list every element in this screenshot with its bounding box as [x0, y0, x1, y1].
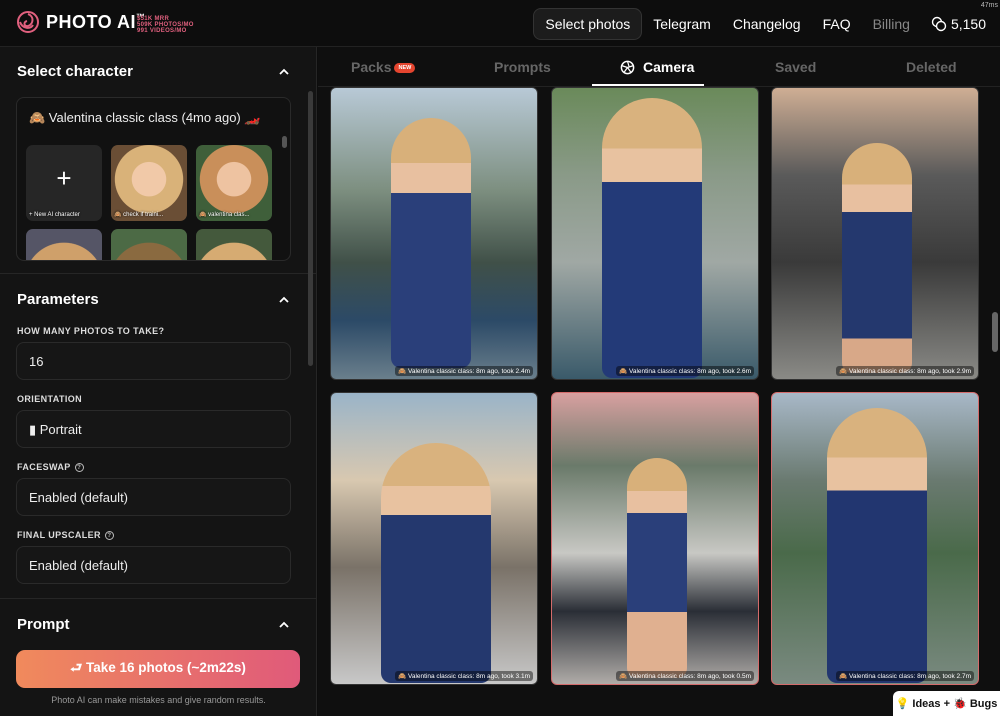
chevron-up-icon[interactable]	[278, 294, 290, 306]
render-timer: 47ms	[980, 2, 998, 9]
take-photos-panel: ⮐ Take 16 photos (~2m22s) Photo AI can m…	[0, 632, 316, 716]
photo-subject	[381, 443, 491, 683]
character-thumb[interactable]	[26, 229, 102, 260]
parameters-heading: Parameters	[17, 291, 99, 308]
character-thumb[interactable]	[111, 229, 187, 260]
active-tab-indicator	[592, 84, 704, 86]
new-ai-character-button[interactable]: + + New AI character	[26, 145, 102, 221]
photos-count-label: HOW MANY PHOTOS TO TAKE?	[17, 326, 165, 336]
info-icon[interactable]: ?	[104, 530, 114, 540]
nav-faq[interactable]: FAQ	[812, 9, 862, 39]
photo-subject	[391, 118, 471, 368]
logo-spiral-icon	[17, 11, 39, 33]
photo-card[interactable]: 🙈 Valentina classic class: 8m ago, took …	[771, 392, 979, 685]
character-picker: 🙈 Valentina classic class (4mo ago) 🏎️ +…	[16, 97, 291, 261]
chevron-up-icon[interactable]	[278, 66, 290, 78]
divider	[0, 598, 316, 599]
tab-bar: Packs NEW Prompts Camera Saved Deleted	[318, 47, 1000, 87]
photo-caption: 🙈 Valentina classic class: 8m ago, took …	[616, 366, 754, 376]
character-thumb[interactable]	[196, 229, 272, 260]
orientation-select[interactable]: ▮ Portrait	[16, 410, 291, 448]
orientation-label: ORIENTATION	[17, 394, 83, 404]
divider	[0, 273, 316, 274]
gallery-scrollbar[interactable]	[992, 312, 998, 352]
nav-changelog[interactable]: Changelog	[722, 9, 812, 39]
photo-card[interactable]: 🙈 Valentina classic class: 8m ago, took …	[771, 87, 979, 380]
chevron-up-icon[interactable]	[278, 619, 290, 631]
nav-select-photos[interactable]: Select photos	[533, 8, 643, 40]
take-photos-button[interactable]: ⮐ Take 16 photos (~2m22s)	[16, 650, 300, 688]
tab-camera[interactable]: Camera	[620, 59, 694, 75]
credits-counter[interactable]: 5,150	[921, 16, 986, 32]
nav-billing[interactable]: Billing	[862, 9, 921, 39]
top-bar: PHOTO AI™ $51K MRR 509K PHOTOS/MO 991 VI…	[0, 0, 1000, 47]
tab-packs[interactable]: Packs NEW	[351, 59, 416, 75]
tab-prompts[interactable]: Prompts	[494, 59, 551, 75]
photo-card[interactable]: 🙈 Valentina classic class: 8m ago, took …	[551, 87, 759, 380]
tab-saved[interactable]: Saved	[775, 59, 816, 75]
select-character-heading: Select character	[17, 63, 133, 80]
faceswap-select[interactable]: Enabled (default)	[16, 478, 291, 516]
credits-value: 5,150	[950, 16, 986, 32]
photo-card[interactable]: 🙈 Valentina classic class: 8m ago, took …	[330, 87, 538, 380]
photo-subject	[602, 98, 702, 378]
main-nav: Select photos Telegram Changelog FAQ Bil…	[533, 8, 986, 40]
faceswap-label: FACESWAP?	[17, 462, 84, 472]
new-badge: NEW	[394, 63, 416, 74]
character-thumb[interactable]: 🙈 check if traini...	[111, 145, 187, 221]
photo-caption: 🙈 Valentina classic class: 8m ago, took …	[395, 366, 533, 376]
photo-subject	[842, 143, 912, 373]
photo-gallery: 🙈 Valentina classic class: 8m ago, took …	[318, 87, 1000, 716]
photo-caption: 🙈 Valentina classic class: 8m ago, took …	[836, 671, 974, 681]
current-character[interactable]: 🙈 Valentina classic class (4mo ago) 🏎️	[29, 110, 261, 126]
sidebar-scrollbar[interactable]	[308, 91, 313, 366]
coins-icon	[931, 16, 947, 32]
revenue-stats: $51K MRR 509K PHOTOS/MO 991 VIDEOS/MO	[137, 16, 194, 34]
photo-card[interactable]: 🙈 Valentina classic class: 8m ago, took …	[330, 392, 538, 685]
new-character-label: + New AI character	[29, 212, 80, 218]
plus-icon: +	[56, 162, 72, 193]
photo-card[interactable]: 🙈 Valentina classic class: 8m ago, took …	[551, 392, 759, 685]
photo-subject	[827, 408, 927, 683]
photo-subject	[627, 458, 687, 678]
character-list-scrollbar[interactable]	[282, 136, 287, 148]
tab-deleted[interactable]: Deleted	[906, 59, 957, 75]
disclaimer-text: Photo AI can make mistakes and give rand…	[51, 695, 266, 705]
sidebar: Select character 🙈 Valentina classic cla…	[0, 47, 317, 716]
photos-count-input[interactable]: 16	[16, 342, 291, 380]
photo-caption: 🙈 Valentina classic class: 8m ago, took …	[616, 671, 754, 681]
logo-text: PHOTO AI™	[46, 11, 146, 32]
character-thumb[interactable]: 🙈 valentina clas...	[196, 145, 272, 221]
info-icon[interactable]: ?	[74, 462, 84, 472]
photo-caption: 🙈 Valentina classic class: 8m ago, took …	[836, 366, 974, 376]
aperture-icon	[620, 60, 635, 74]
photo-caption: 🙈 Valentina classic class: 8m ago, took …	[395, 671, 533, 681]
upscaler-label: FINAL UPSCALER?	[17, 530, 114, 540]
logo[interactable]: PHOTO AI™	[16, 10, 146, 34]
prompt-heading: Prompt	[17, 616, 70, 633]
upscaler-select[interactable]: Enabled (default)	[16, 546, 291, 584]
ideas-bugs-button[interactable]: 💡 Ideas + 🐞 Bugs	[893, 691, 1000, 716]
nav-telegram[interactable]: Telegram	[642, 9, 722, 39]
